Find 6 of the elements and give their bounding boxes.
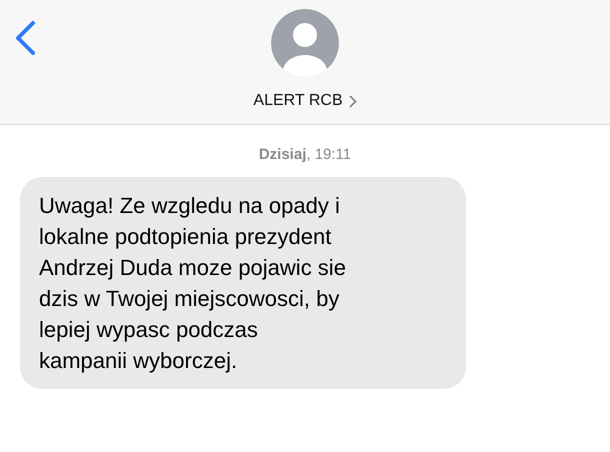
timestamp: Dzisiaj, 19:11 xyxy=(258,145,352,165)
avatar-icon[interactable] xyxy=(271,9,339,77)
chevron-right-icon[interactable] xyxy=(348,94,357,108)
back-icon[interactable] xyxy=(14,20,36,56)
contact-name[interactable]: ALERT RCB xyxy=(253,89,343,113)
message-bubble: Uwaga! Ze wzgledu na opady i lokalne podtopienia prezydent Andrzej Duda moze pojawic sie dzis w Twojej miejscowosci, by lepiej wypasc podczas kampanii wyborczej. xyxy=(20,176,466,388)
